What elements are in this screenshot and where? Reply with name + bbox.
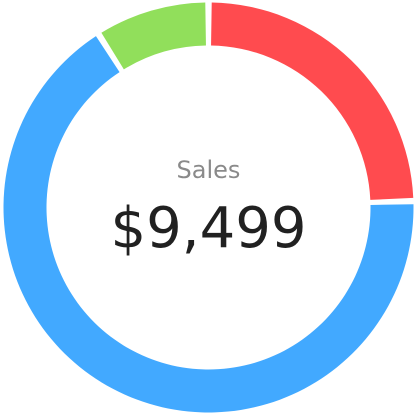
center-title: Sales: [176, 156, 241, 184]
donut-slice-3: [101, 2, 206, 70]
center-value: $9,499: [110, 196, 307, 261]
